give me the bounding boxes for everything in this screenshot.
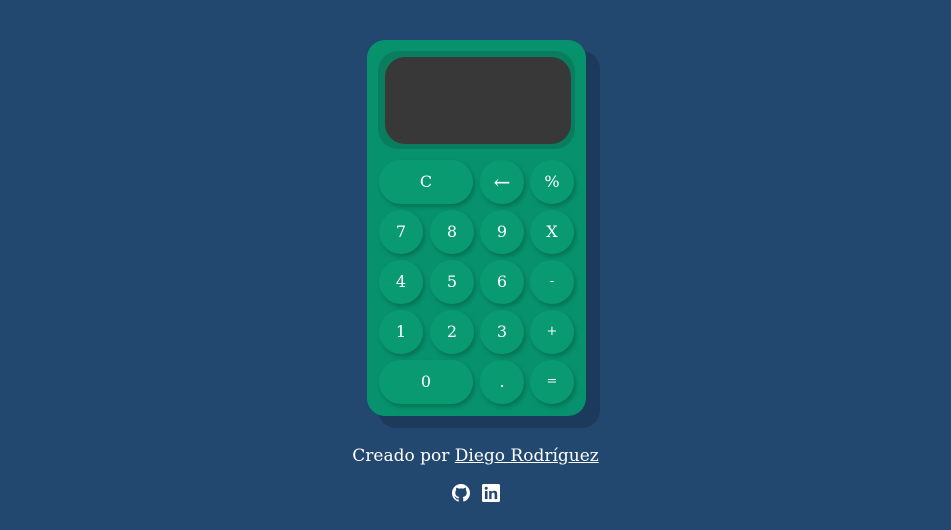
- equals-button[interactable]: =: [530, 360, 574, 404]
- digit-2-button[interactable]: 2: [430, 310, 474, 354]
- author-link[interactable]: Diego Rodríguez: [455, 446, 599, 466]
- credit-prefix: Creado por: [352, 446, 450, 466]
- digit-4-button[interactable]: 4: [379, 260, 423, 304]
- digit-7-button[interactable]: 7: [379, 210, 423, 254]
- linkedin-link[interactable]: [481, 484, 500, 502]
- digit-6-button[interactable]: 6: [480, 260, 524, 304]
- display-frame: [378, 51, 575, 149]
- calculator: C ← % 7 8 9 X 4 5 6 - 1 2 3 + 0 . =: [367, 40, 586, 416]
- linkedin-icon: [481, 484, 500, 502]
- digit-8-button[interactable]: 8: [430, 210, 474, 254]
- social-links: [0, 484, 951, 502]
- page: C ← % 7 8 9 X 4 5 6 - 1 2 3 + 0 . = Crea…: [0, 0, 951, 530]
- backspace-button[interactable]: ←: [480, 160, 524, 204]
- digit-3-button[interactable]: 3: [480, 310, 524, 354]
- footer-credit: Creado por Diego Rodríguez: [0, 446, 951, 466]
- github-icon: [451, 484, 470, 502]
- github-link[interactable]: [451, 484, 470, 502]
- digit-5-button[interactable]: 5: [430, 260, 474, 304]
- display-screen: [385, 57, 571, 144]
- multiply-button[interactable]: X: [530, 210, 574, 254]
- percent-button[interactable]: %: [530, 160, 574, 204]
- digit-0-button[interactable]: 0: [379, 360, 473, 404]
- subtract-button[interactable]: -: [530, 260, 574, 304]
- digit-1-button[interactable]: 1: [379, 310, 423, 354]
- digit-9-button[interactable]: 9: [480, 210, 524, 254]
- clear-button[interactable]: C: [379, 160, 473, 204]
- decimal-button[interactable]: .: [480, 360, 524, 404]
- add-button[interactable]: +: [530, 310, 574, 354]
